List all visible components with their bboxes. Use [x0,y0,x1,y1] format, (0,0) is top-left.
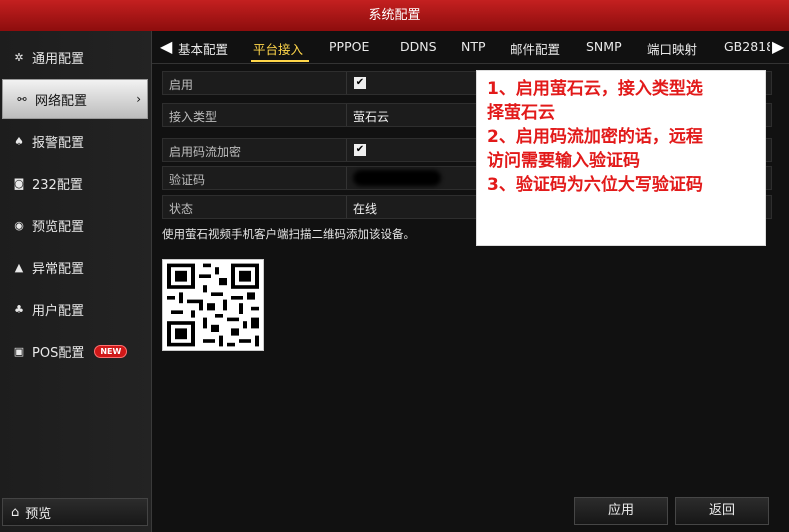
preview-button[interactable]: ⌂ 预览 [2,498,148,526]
preview-button-label: 预览 [25,506,52,522]
annotation-line: 3、验证码为六位大写验证码 [487,175,703,195]
sidebar-item-label: 用户配置 [32,303,85,319]
stream-encryption-label: 启用码流加密 [169,145,242,159]
sidebar-item-label: 通用配置 [32,51,85,67]
gear-icon: ✲ [14,50,24,64]
tab-email[interactable]: 邮件配置 [510,39,560,58]
apply-button[interactable]: 应用 [574,497,668,525]
warning-icon: ▲ [14,260,24,274]
sidebar-item-label: 网络配置 [35,93,88,109]
qr-code [162,259,264,351]
home-icon: ⌂ [11,504,20,520]
verify-code-label: 验证码 [169,173,206,187]
active-tab-indicator [251,60,309,62]
sidebar-item-user[interactable]: ♣ 用户配置 [0,289,151,329]
annotation-note: 1、启用萤石云，接入类型选 择萤石云 2、启用码流加密的话，远程 访问需要输入验… [476,70,766,246]
sidebar-item-network[interactable]: ⚯ 网络配置 › [2,79,148,119]
qr-hint-text: 使用萤石视频手机客户端扫描二维码添加该设备。 [162,227,415,241]
status-value: 在线 [353,202,378,216]
sidebar-item-label: POS配置 [32,345,85,361]
sidebar-item-label: 报警配置 [32,135,85,151]
sidebar-item-alarm[interactable]: ♠ 报警配置 [0,121,151,161]
sidebar-item-232[interactable]: ◙ 232配置 [0,163,151,203]
tab-scroll-right-icon[interactable]: ▶ [772,37,784,56]
tab-snmp[interactable]: SNMP [586,39,622,54]
sidebar: ✲ 通用配置 ⚯ 网络配置 › ♠ 报警配置 ◙ 232配置 ◉ 预览配置 ▲ … [0,31,152,532]
tab-platform-access[interactable]: 平台接入 [253,39,303,58]
pos-icon: ▣ [13,344,25,358]
network-icon: ⚯ [17,92,27,106]
users-icon: ♣ [14,302,24,316]
chevron-right-icon: › [136,92,141,106]
tab-bar: ◀ 基本配置 平台接入 PPPOE DDNS NTP 邮件配置 SNMP 端口映… [152,31,789,64]
access-type-select[interactable]: 萤石云 [353,108,389,125]
access-type-label: 接入类型 [169,110,218,124]
alarm-icon: ♠ [14,134,24,148]
window-title: 系统配置 [368,8,421,23]
sidebar-item-label: 232配置 [32,177,83,193]
tab-gb28181[interactable]: GB2818 [724,39,770,54]
tab-port-mapping[interactable]: 端口映射 [647,39,697,58]
stream-encryption-checkbox[interactable]: ✔ [354,144,366,156]
sidebar-item-label: 异常配置 [32,261,85,277]
annotation-line: 1、启用萤石云，接入类型选 [487,79,703,99]
new-badge: NEW [94,344,128,358]
annotation-line: 2、启用码流加密的话，远程 [487,127,703,147]
window-title-bar: 系统配置 [0,0,789,31]
enable-checkbox[interactable]: ✔ [354,77,366,89]
tab-pppoe[interactable]: PPPOE [329,39,369,54]
sidebar-item-general[interactable]: ✲ 通用配置 [0,37,151,77]
sidebar-item-pos[interactable]: ▣ POS配置 NEW [0,331,151,371]
sidebar-item-exception[interactable]: ▲ 异常配置 [0,247,151,287]
tab-ntp[interactable]: NTP [461,39,486,54]
eye-icon: ◉ [14,218,24,232]
back-button[interactable]: 返回 [675,497,769,525]
tab-ddns[interactable]: DDNS [400,39,437,54]
serial-port-icon: ◙ [13,176,25,190]
sidebar-item-preview[interactable]: ◉ 预览配置 [0,205,151,245]
annotation-line: 访问需要输入验证码 [487,151,640,171]
tab-basic[interactable]: 基本配置 [178,39,228,58]
status-label: 状态 [169,202,194,216]
verify-code-redacted[interactable] [353,170,441,186]
annotation-line: 择萤石云 [487,103,555,123]
sidebar-item-label: 预览配置 [32,219,85,235]
tab-scroll-left-icon[interactable]: ◀ [160,37,172,56]
enable-label: 启用 [169,78,194,92]
